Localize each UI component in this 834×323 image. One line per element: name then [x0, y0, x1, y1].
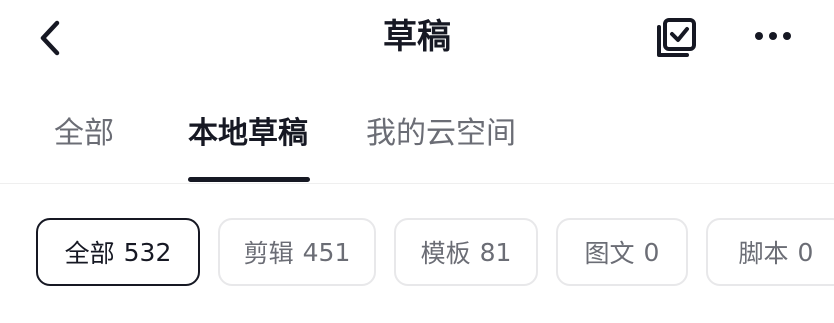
- top-bar: 草稿: [0, 0, 834, 78]
- filter-chip-all[interactable]: 全部 532: [36, 218, 200, 286]
- more-button[interactable]: [745, 12, 801, 60]
- drafts-page: 草稿 全部 本地草稿 我的云空间 全部 532 剪辑 451 模板 81 图文 …: [0, 0, 834, 323]
- filter-chip-count: 81: [479, 237, 512, 267]
- filter-chip-label: 模板: [420, 239, 471, 268]
- page-title: 草稿: [383, 17, 451, 57]
- filter-chip-label: 图文: [584, 239, 635, 268]
- filter-chips: 全部 532 剪辑 451 模板 81 图文 0 脚本 0: [0, 216, 834, 292]
- filter-chip-template[interactable]: 模板 81: [394, 218, 538, 286]
- filter-chip-count: 0: [643, 237, 660, 267]
- filter-chip-count: 532: [123, 237, 172, 267]
- tab-all[interactable]: 全部: [54, 112, 114, 156]
- more-horizontal-icon: [755, 32, 791, 40]
- tab-my-cloud[interactable]: 我的云空间: [366, 112, 516, 156]
- filter-chip-edit[interactable]: 剪辑 451: [218, 218, 376, 286]
- filter-chip-label: 剪辑: [243, 239, 294, 268]
- divider: [0, 183, 834, 184]
- tab-local-drafts[interactable]: 本地草稿: [188, 112, 308, 156]
- filter-chip-label: 脚本: [738, 239, 789, 268]
- multiselect-check-icon: [657, 18, 696, 57]
- filter-chip-script[interactable]: 脚本 0: [706, 218, 834, 286]
- tab-bar: 全部 本地草稿 我的云空间: [0, 100, 834, 184]
- filter-chip-count: 451: [302, 237, 351, 267]
- filter-chip-label: 全部: [64, 239, 115, 268]
- multiselect-button[interactable]: [650, 12, 702, 64]
- active-tab-indicator: [188, 177, 310, 182]
- filter-chip-count: 0: [797, 237, 814, 267]
- filter-chip-image-text[interactable]: 图文 0: [556, 218, 688, 286]
